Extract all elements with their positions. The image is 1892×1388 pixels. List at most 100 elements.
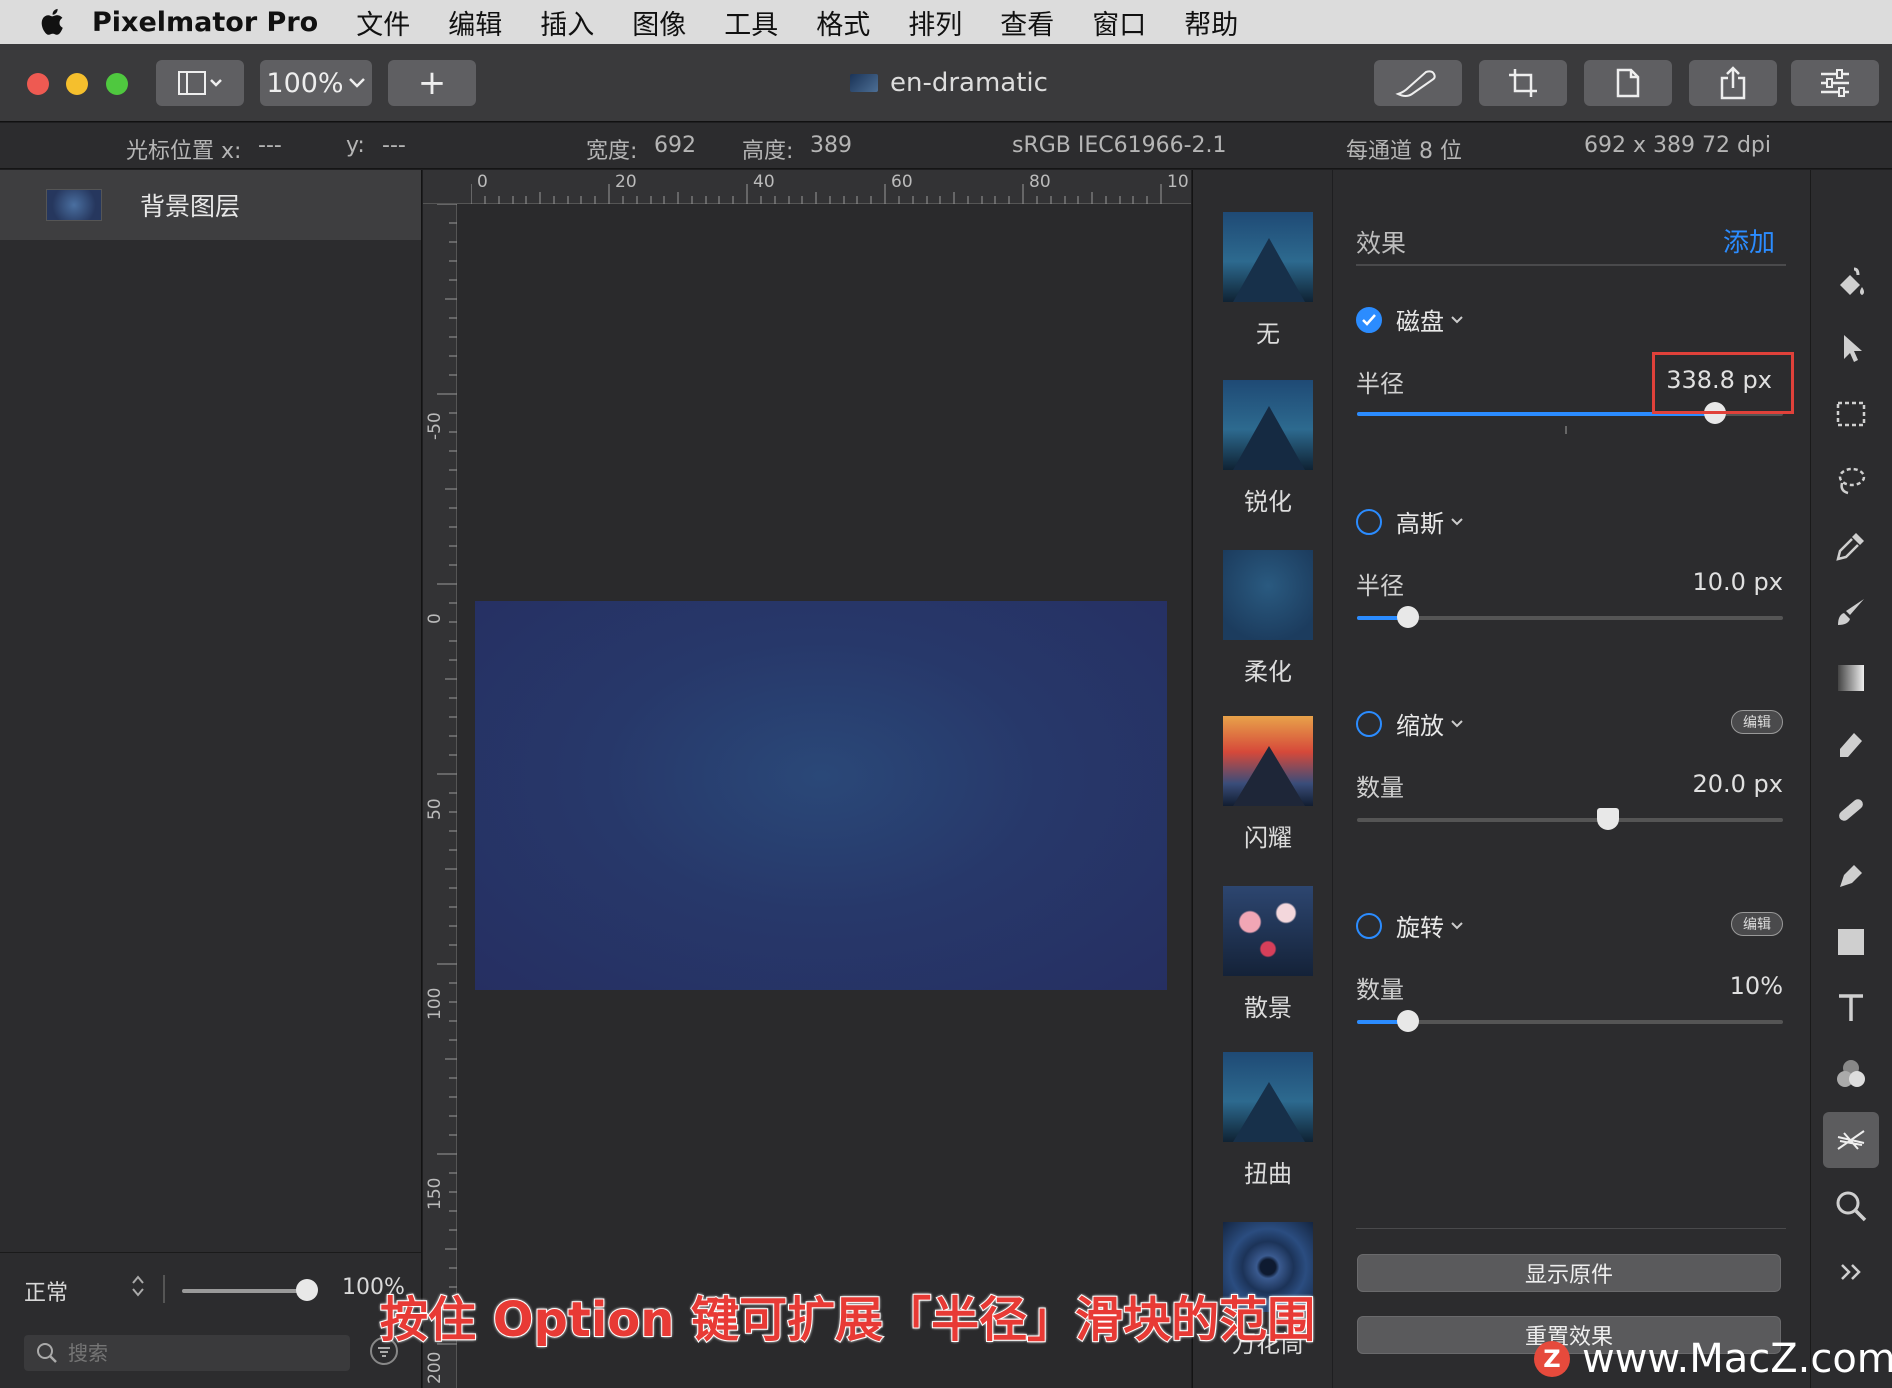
more-tools-button[interactable] [1823,1244,1879,1300]
marquee-icon [1836,401,1866,427]
effects-icon [1837,1130,1865,1150]
type-tool[interactable] [1823,980,1879,1036]
effect-disc-checkbox[interactable] [1356,306,1382,333]
adjustments-button[interactable] [1791,60,1879,106]
crop-icon [1509,69,1537,97]
repair-tool[interactable] [1823,782,1879,838]
zoom-tool[interactable] [1823,1178,1879,1234]
marquee-tool[interactable] [1823,386,1879,442]
menu-tools[interactable]: 工具 [724,3,778,42]
preset-soften[interactable]: 柔化 [1223,550,1313,687]
slider-knob[interactable] [1397,1010,1420,1032]
gradient-tool[interactable] [1823,650,1879,706]
arrange-tool[interactable] [1823,320,1879,376]
effect-twirl-checkbox[interactable] [1356,912,1382,939]
menu-insert[interactable]: 插入 [540,3,594,42]
opacity-slider-knob[interactable] [296,1279,318,1301]
effect-zoom-header[interactable]: 缩放 [1356,706,1464,741]
slider-knob[interactable] [1397,606,1420,628]
eraser-icon [1840,733,1862,757]
menu-file[interactable]: 文件 [356,3,410,42]
effect-twirl-edit-button[interactable]: 编辑 [1731,912,1783,936]
document-icon [1616,68,1640,98]
layer-row[interactable]: 背景图层 [0,170,421,240]
height-value: 389 [810,133,852,158]
menu-help[interactable]: 帮助 [1184,3,1238,42]
lasso-tool[interactable] [1823,452,1879,508]
search-icon [37,1343,57,1363]
effect-twirl-header[interactable]: 旋转 [1356,908,1464,943]
effect-name: 缩放 [1396,712,1444,740]
brush-stroke-icon [1395,70,1436,97]
width-value: 692 [654,133,696,158]
preset-label: 柔化 [1244,658,1292,686]
divider [1356,1228,1786,1229]
canvas-image[interactable] [475,601,1167,990]
menu-window[interactable]: 窗口 [1092,3,1146,42]
zoom-level-dropdown[interactable]: 100% [260,60,372,106]
updown-chevron-icon[interactable] [130,1273,146,1299]
effect-twirl-amount-slider[interactable] [1357,1010,1783,1032]
canvas-area[interactable]: 0 20 40 60 80 10 -50 0 50 100 150 200 [423,170,1191,1388]
add-button[interactable]: + [388,60,476,106]
tutorial-caption: 按住 Option 键可扩展「半径」滑块的范围 [379,1291,1316,1349]
ruler-label: 40 [753,172,775,192]
color-picker-tool[interactable] [1823,518,1879,574]
apple-icon[interactable] [40,7,64,37]
retouch-button[interactable] [1374,60,1462,106]
eraser-tool[interactable] [1823,716,1879,772]
shape-tool[interactable] [1823,914,1879,970]
add-effect-button[interactable]: 添加 [1723,222,1775,259]
effect-gaussian-checkbox[interactable] [1356,508,1382,535]
layer-search-input[interactable] [68,1341,328,1365]
document-button[interactable] [1584,60,1672,106]
show-original-button[interactable]: 显示原件 [1357,1254,1781,1292]
crop-button[interactable] [1479,60,1567,106]
zoom-icon [1836,1191,1867,1222]
menu-edit[interactable]: 编辑 [448,3,502,42]
paint-tool[interactable] [1823,584,1879,640]
menu-format[interactable]: 格式 [816,3,870,42]
sidebar-toggle-button[interactable] [156,60,244,106]
share-button[interactable] [1689,60,1777,106]
layer-thumbnail [46,189,102,221]
color-adjust-tool[interactable] [1823,1046,1879,1102]
menu-image[interactable]: 图像 [632,3,686,42]
preset-bokeh[interactable]: 散景 [1223,886,1313,1023]
menu-arrange[interactable]: 排列 [908,3,962,42]
effect-zoom-checkbox[interactable] [1356,710,1382,737]
effects-tool[interactable] [1823,1112,1879,1168]
effect-zoom-edit-button[interactable]: 编辑 [1731,710,1783,734]
close-window-button[interactable] [27,73,49,95]
ruler-label: 20 [615,172,637,192]
effect-gaussian-header[interactable]: 高斯 [1356,504,1464,539]
blend-mode-dropdown[interactable]: 正常 [24,1275,68,1307]
pen-tool[interactable] [1823,848,1879,904]
effect-gaussian-radius-slider[interactable] [1357,606,1783,628]
cursor-x-value: --- [258,133,282,158]
color-profile: sRGB IEC61966-2.1 [1012,133,1227,158]
slider-knob[interactable] [1597,808,1620,830]
sliders-icon [1821,69,1849,97]
menu-view[interactable]: 查看 [1000,3,1054,42]
effect-twirl-amount-value[interactable]: 10% [1730,972,1783,1000]
effect-zoom-amount-value[interactable]: 20.0 px [1692,770,1783,798]
preset-none[interactable]: 无 [1223,212,1313,349]
preset-shine[interactable]: 闪耀 [1223,716,1313,853]
effect-gaussian-radius-value[interactable]: 10.0 px [1692,568,1783,596]
horizontal-ruler-ticks [471,184,1162,204]
chevron-down-icon [348,78,365,88]
app-menu[interactable]: Pixelmator Pro [92,7,318,38]
preset-sharpen[interactable]: 锐化 [1223,380,1313,517]
minimize-window-button[interactable] [66,73,88,95]
ruler-label: 150 [425,1177,445,1210]
preset-distort[interactable]: 扭曲 [1223,1052,1313,1189]
effect-disc-header[interactable]: 磁盘 [1356,302,1464,337]
chevron-down-icon [1451,517,1463,525]
watermark-logo-icon: Z [1534,1341,1570,1377]
effect-zoom-amount-slider[interactable] [1357,808,1783,830]
layer-search-box[interactable] [24,1335,350,1371]
zoom-window-button[interactable] [106,73,128,95]
paint-bucket-tool[interactable] [1823,254,1879,310]
pen-icon [1840,865,1862,887]
